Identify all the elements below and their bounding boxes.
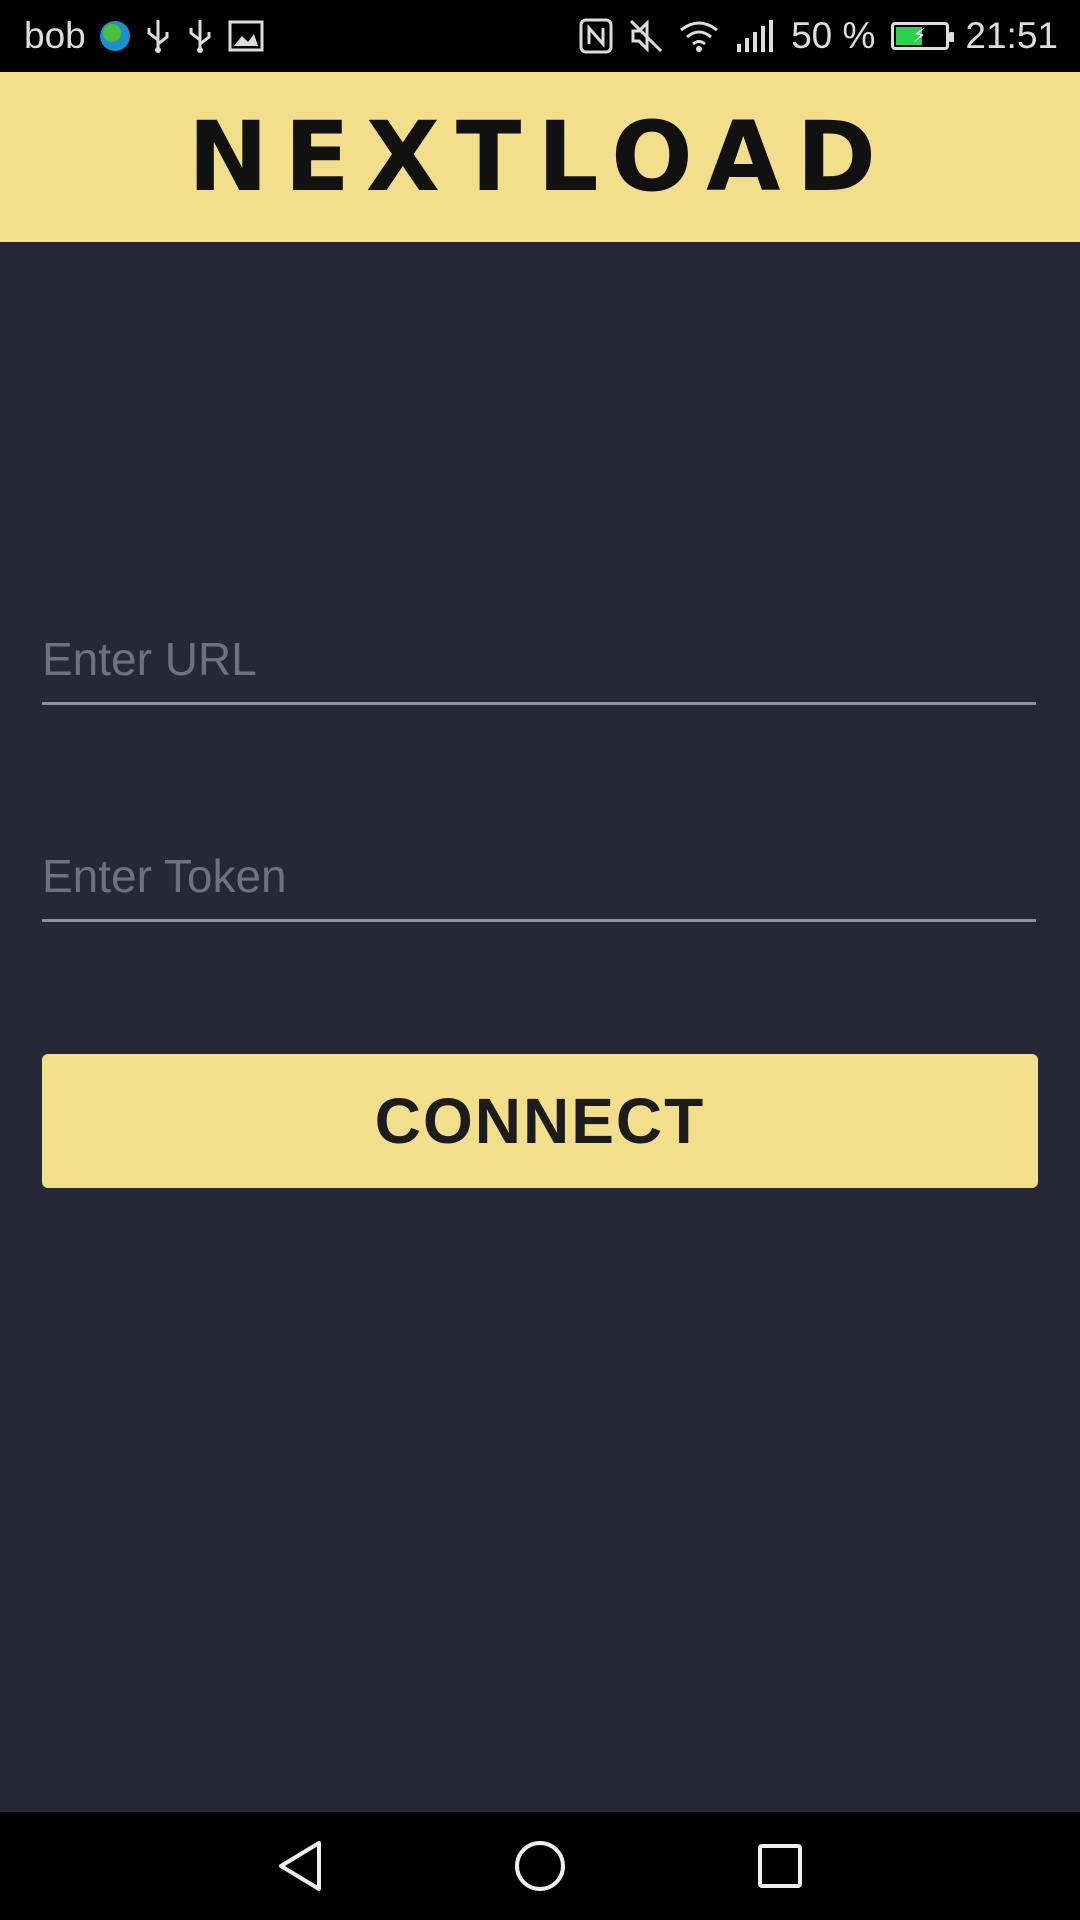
token-field: [42, 832, 1036, 922]
home-icon[interactable]: [500, 1826, 580, 1906]
clock: 21:51: [965, 15, 1058, 56]
usb-icon: [144, 18, 172, 54]
carrier-label: bob: [24, 15, 86, 56]
status-bar: bob 50 % ⚡ 21:51: [0, 0, 1080, 72]
signal-icon: [735, 20, 775, 52]
gallery-icon: [228, 20, 264, 52]
wifi-icon: [679, 20, 719, 52]
navigation-bar: [0, 1812, 1080, 1920]
charging-icon: ⚡: [912, 25, 927, 47]
mute-icon: [629, 19, 663, 53]
battery-icon: ⚡: [891, 22, 955, 50]
recents-icon[interactable]: [740, 1826, 820, 1906]
status-right: 50 % ⚡ 21:51: [579, 15, 1058, 57]
connect-button[interactable]: CONNECT: [42, 1054, 1038, 1188]
status-left: bob: [24, 15, 264, 57]
app-logo: NEXTLOAD: [187, 101, 893, 213]
nfc-icon: [579, 18, 613, 54]
usb-icon: [186, 18, 214, 54]
battery-percent: 50 %: [791, 15, 876, 56]
url-input[interactable]: [42, 615, 1036, 702]
app-header: NEXTLOAD: [0, 72, 1080, 242]
token-input[interactable]: [42, 832, 1036, 919]
url-field: [42, 615, 1036, 705]
back-icon[interactable]: [260, 1826, 340, 1906]
globe-icon: [99, 21, 130, 51]
